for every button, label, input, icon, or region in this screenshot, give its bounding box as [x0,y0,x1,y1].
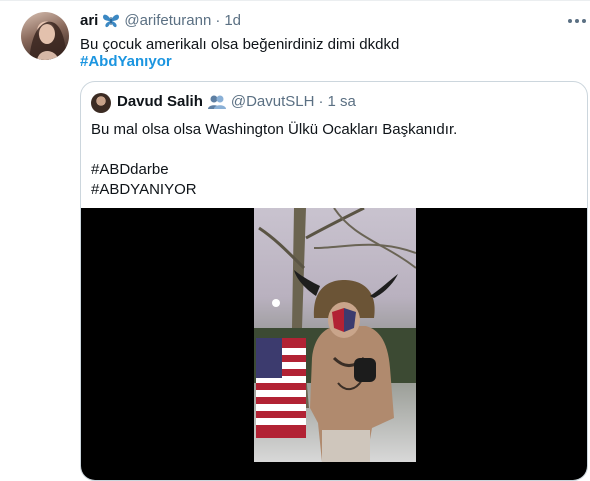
video-thumbnail [254,208,416,462]
timestamp[interactable]: 1d [224,12,241,29]
quoted-text: Bu mal olsa olsa Washington Ülkü Ocaklar… [91,121,458,138]
tweet-header: ari @arifeturann · 1d [80,12,241,29]
quoted-author-name[interactable]: Davud Salih [117,93,203,110]
quoted-avatar[interactable] [91,93,111,113]
avatar-photo [29,21,67,60]
people-icon [207,95,226,109]
tweet[interactable]: ari @arifeturann · 1d Bu çocuk amerikalı… [0,0,590,481]
butterfly-icon [103,14,120,28]
quoted-hashtag: #ABDdarbe [91,161,169,178]
quoted-separator: · [318,93,324,110]
quoted-timestamp[interactable]: 1 sa [327,93,355,110]
quoted-header: Davud Salih @DavutSLH · 1 sa [117,93,356,110]
quoted-handle[interactable]: @DavutSLH [231,93,315,110]
quoted-tweet[interactable]: Davud Salih @DavutSLH · 1 sa Bu mal olsa… [80,81,588,481]
video-player[interactable] [81,208,587,480]
video-frame[interactable] [254,208,416,462]
avatar[interactable] [21,12,69,60]
quoted-hashtag: #ABDYANIYOR [91,181,197,198]
author-name[interactable]: ari [80,12,98,29]
separator: · [215,12,221,29]
author-handle[interactable]: @arifeturann [124,12,211,29]
more-options-icon[interactable] [568,13,586,29]
hashtag-link[interactable]: #AbdYanıyor [80,52,172,72]
